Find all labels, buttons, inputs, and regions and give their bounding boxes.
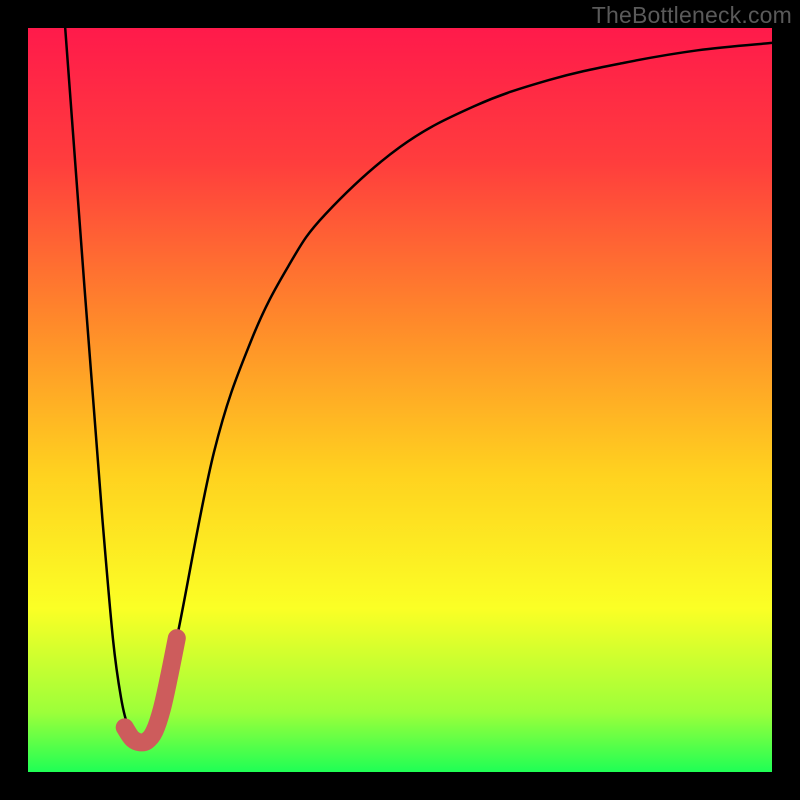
watermark-text: TheBottleneck.com	[592, 2, 792, 29]
plot-area	[28, 28, 772, 772]
gradient-background	[28, 28, 772, 772]
chart-svg	[28, 28, 772, 772]
chart-frame: TheBottleneck.com	[0, 0, 800, 800]
